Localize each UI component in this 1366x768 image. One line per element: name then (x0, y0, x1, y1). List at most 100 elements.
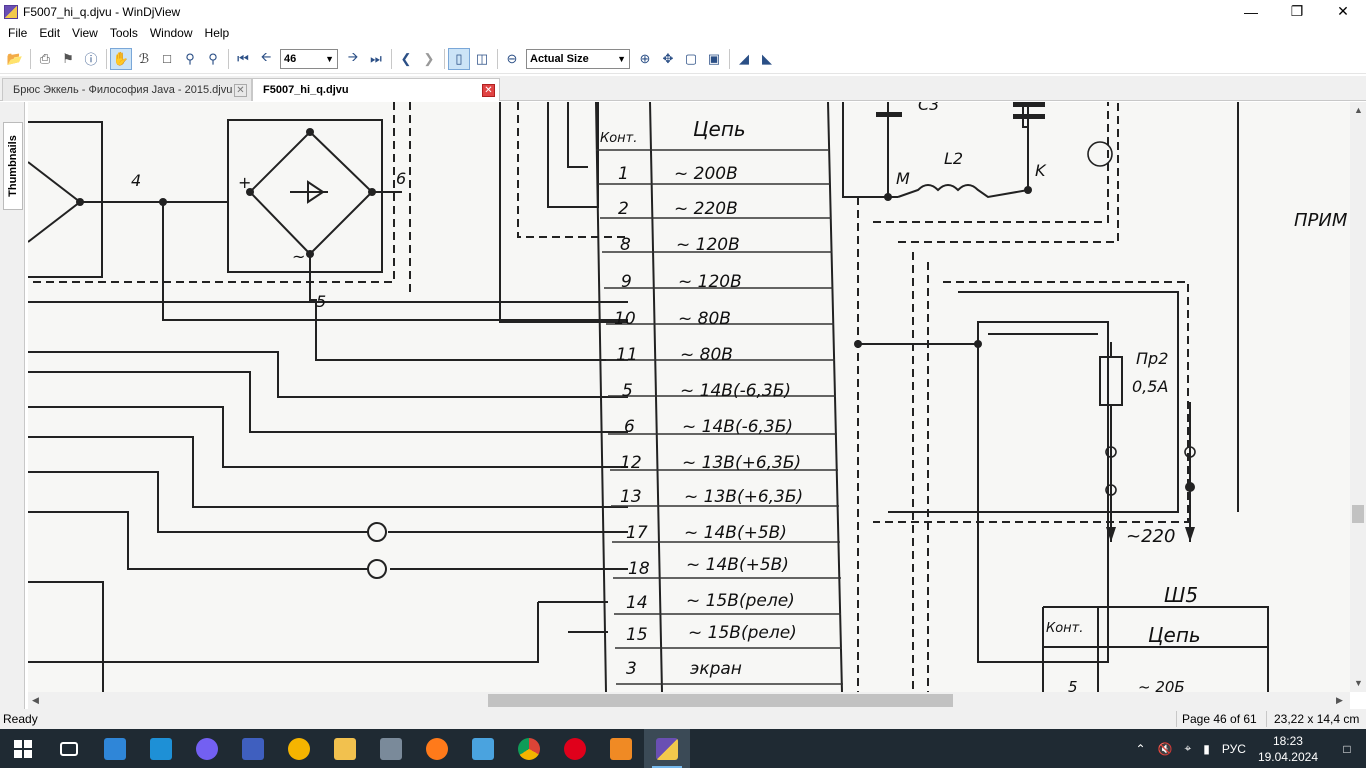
taskbar-firefox[interactable] (414, 729, 460, 768)
wifi-icon[interactable]: ⌖ (1185, 741, 1192, 756)
taskbar-weather[interactable] (276, 729, 322, 768)
last-page-icon[interactable]: ⏭ (365, 48, 387, 70)
wire-label: M (896, 169, 910, 188)
hand-tool-icon[interactable]: ✋ (110, 47, 132, 70)
language-indicator[interactable]: РУС (1222, 742, 1246, 756)
rotate-left-icon[interactable]: ◢ (733, 48, 755, 70)
menu-tools[interactable]: Tools (104, 23, 144, 43)
menu-file[interactable]: File (2, 23, 33, 43)
back-icon[interactable]: ❮ (395, 48, 417, 70)
scroll-left-icon[interactable]: ◀ (32, 695, 39, 706)
restore-button[interactable]: ❐ (1274, 0, 1320, 23)
tab-label: F5007_hi_q.djvu (263, 84, 349, 96)
print-icon[interactable]: ⎙ (34, 48, 56, 70)
next-page-icon[interactable]: 🡪 (342, 48, 364, 70)
task-view-button[interactable] (46, 729, 92, 768)
taskbar-opera[interactable] (552, 729, 598, 768)
camera-icon (610, 737, 632, 760)
table-cell: 11 (616, 345, 638, 365)
taskbar-calculator[interactable] (368, 729, 414, 768)
open-icon[interactable]: 📂 (4, 48, 26, 70)
tab-f5007[interactable]: F5007_hi_q.djvu ✕ (252, 78, 500, 101)
start-button[interactable] (0, 729, 46, 768)
actual-size-icon[interactable]: ▣ (703, 48, 725, 70)
clock[interactable]: 18:23 19.04.2024 (1258, 733, 1318, 765)
zoom-in-tool-icon[interactable]: ⚲ (179, 48, 201, 70)
wire-label: ~ (292, 247, 305, 266)
vertical-scrollbar[interactable]: ▲ ▼ (1350, 102, 1366, 692)
taskbar-windjview[interactable] (644, 729, 690, 768)
rect-select-icon[interactable]: □ (156, 48, 178, 70)
single-page-icon[interactable]: ▯ (448, 47, 470, 70)
fit-page-icon[interactable]: ✥ (657, 48, 679, 70)
minimize-button[interactable]: — (1228, 0, 1274, 23)
table-cell: 6 (624, 417, 635, 437)
scroll-down-icon[interactable]: ▼ (1354, 678, 1363, 688)
app-icon (150, 737, 172, 760)
fit-width-icon[interactable]: ▢ (680, 48, 702, 70)
document-view[interactable]: 4 6 5 + ~ L2 M K C3 Пр2 0,5А ~220 ПРИМ Ш… (28, 102, 1350, 692)
notification-icon[interactable]: □ (1328, 729, 1366, 768)
vertical-scroll-thumb[interactable] (1352, 505, 1364, 523)
battery-icon[interactable]: ▮ (1203, 742, 1210, 756)
horizontal-scrollbar[interactable]: ◀ ▶ (28, 692, 1350, 709)
zoom-value: Actual Size (530, 52, 589, 65)
table-cell: 5 (622, 381, 633, 401)
wire-label: 5 (316, 292, 326, 311)
toolbar-separator (30, 48, 31, 69)
menu-help[interactable]: Help (199, 23, 236, 43)
taskbar-app-blue[interactable] (138, 729, 184, 768)
info-icon[interactable]: ⓘ (80, 48, 102, 70)
toolbar-separator (444, 48, 445, 69)
close-icon[interactable]: ✕ (234, 84, 247, 97)
zoom-in-icon[interactable]: ⊕ (634, 48, 656, 70)
table-cell: 10 (614, 309, 636, 329)
chevron-up-icon[interactable]: ⌃ (1136, 742, 1146, 756)
status-bar: Ready Page 46 of 61 23,22 x 14,4 cm (0, 709, 1366, 729)
toolbar-separator (391, 48, 392, 69)
close-button[interactable]: ✕ (1320, 0, 1366, 23)
zoom-out-icon[interactable]: ⊖ (501, 48, 523, 70)
table-cell: ~ 15В(реле) (686, 591, 795, 611)
menu-window[interactable]: Window (144, 23, 199, 43)
volume-muted-icon[interactable]: 🔇 (1158, 742, 1173, 756)
scroll-right-icon[interactable]: ▶ (1336, 695, 1343, 706)
previous-page-icon[interactable]: 🡨 (255, 48, 277, 70)
menu-view[interactable]: View (66, 23, 104, 43)
status-ready: Ready (3, 712, 38, 726)
table-cell: экран (690, 659, 742, 679)
zoom-combo[interactable]: Actual Size ▼ (526, 48, 630, 69)
menu-edit[interactable]: Edit (33, 23, 66, 43)
wire-label: L2 (944, 149, 963, 168)
table-cell: ~ 20Б (1138, 678, 1185, 692)
status-divider (1266, 711, 1267, 727)
facing-pages-icon[interactable]: ◫ (471, 48, 493, 70)
first-page-icon[interactable]: ⏮ (232, 48, 254, 70)
text-select-icon[interactable]: ℬ (133, 48, 155, 70)
zoom-out-tool-icon[interactable]: ⚲ (202, 48, 224, 70)
task-view-icon (60, 741, 78, 756)
rotate-right-icon[interactable]: ◣ (756, 48, 778, 70)
taskbar-chrome[interactable] (506, 729, 552, 768)
tab-label: Брюс Эккель - Философия Java - 2015.djvu (13, 84, 233, 96)
page-number-combo[interactable]: 46 ▼ (280, 48, 338, 69)
toolbar-separator (106, 48, 107, 69)
folder-icon (334, 737, 356, 760)
opera-icon (564, 737, 586, 760)
taskbar-camera[interactable] (598, 729, 644, 768)
table-cell: ~ 14В(+5В) (684, 523, 787, 543)
chrome-icon (518, 737, 540, 760)
close-icon[interactable]: ✕ (482, 84, 495, 97)
thumbnails-tab[interactable]: Thumbnails (3, 122, 23, 210)
taskbar-mail[interactable] (92, 729, 138, 768)
taskbar-explorer[interactable] (322, 729, 368, 768)
taskbar-save-app[interactable] (230, 729, 276, 768)
tab-java-book[interactable]: Брюс Эккель - Философия Java - 2015.djvu… (2, 78, 252, 101)
forward-icon[interactable]: ❯ (418, 48, 440, 70)
horizontal-scroll-thumb[interactable] (488, 694, 953, 707)
taskbar-store[interactable] (460, 729, 506, 768)
find-icon[interactable]: ⚑ (57, 48, 79, 70)
taskbar-viber[interactable] (184, 729, 230, 768)
scroll-up-icon[interactable]: ▲ (1354, 105, 1363, 115)
table-cell: 9 (621, 272, 632, 292)
